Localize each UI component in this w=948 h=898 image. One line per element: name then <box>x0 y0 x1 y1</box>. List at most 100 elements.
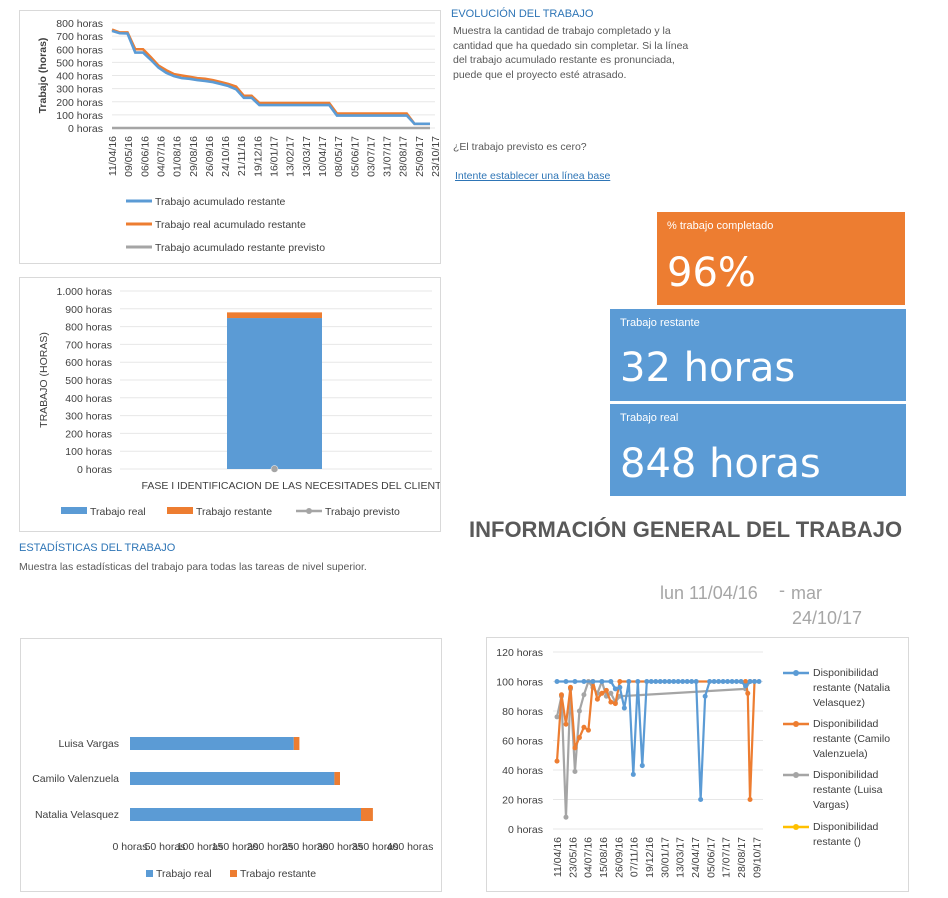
evolution-chart-panel: 0 horas 100 horas 200 horas 300 horas 400 ho… <box>19 10 442 264</box>
baseline-link[interactable]: Intente establecer una línea base <box>455 170 610 182</box>
series-point <box>612 701 618 707</box>
bar-trabajo-real <box>227 318 322 469</box>
kpi-completed: % trabajo completado 96% <box>657 212 905 305</box>
series-point <box>621 705 627 711</box>
x-tick-label: 04/07/16 <box>583 837 595 878</box>
x-category-label: FASE I IDENTIFICACION DE LAS NECESITADES… <box>142 480 440 492</box>
x-tick-label: 0 horas <box>112 841 147 853</box>
evolution-title: EVOLUCIÓN DEL TRABAJO <box>451 8 594 20</box>
series-point <box>689 679 695 684</box>
y-tick-label: 200 horas <box>65 428 112 440</box>
evolution-description: Muestra la cantidad de trabajo completad… <box>453 25 689 81</box>
kpi-completed-value: 96% <box>667 250 756 296</box>
y-axis-label: Trabajo (horas) <box>37 38 49 114</box>
y-tick-label: 700 horas <box>65 339 112 351</box>
point-trabajo-previsto <box>270 465 279 473</box>
x-tick-label: 11/04/16 <box>552 837 564 877</box>
legend-label: Disponibilidad restante (Camilo Valenzuela… <box>813 718 890 760</box>
series-point <box>729 679 735 684</box>
resource-horizontal-bar-chart: 0 horas50 horas100 horas150 horas200 hor… <box>32 737 433 880</box>
x-tick-label: 25/09/17 <box>414 136 426 177</box>
x-tick-label: 30/01/17 <box>659 837 671 878</box>
series-point <box>563 814 569 820</box>
series-point <box>572 679 578 684</box>
series-point <box>617 684 623 690</box>
x-tick-label: 03/07/17 <box>365 136 377 177</box>
bar-trabajo-real <box>130 808 361 821</box>
series-point <box>716 679 722 684</box>
series-point <box>630 771 636 777</box>
series-point <box>752 679 758 684</box>
y-tick-label: 400 horas <box>65 393 112 405</box>
y-tick-label: 200 horas <box>56 97 103 109</box>
series-point <box>657 679 663 684</box>
series-point <box>684 679 690 684</box>
x-tick-label: 15/08/16 <box>598 837 610 878</box>
x-tick-label: 26/09/16 <box>204 136 216 177</box>
kpi-remaining-value: 32 horas <box>620 345 796 391</box>
y-tick-label: 80 horas <box>502 706 543 718</box>
series-line <box>111 29 430 126</box>
y-tick-label: 40 horas <box>502 765 543 777</box>
bar-trabajo-real <box>130 772 335 785</box>
series-point <box>711 679 717 684</box>
kpi-actual-label: Trabajo real <box>620 412 679 424</box>
series-point <box>662 679 668 684</box>
legend-label: Disponibilidad restante (Luisa Vargas) <box>813 769 883 811</box>
series-point <box>680 679 686 684</box>
legend-swatch <box>230 870 237 877</box>
x-tick-label: 16/01/17 <box>269 136 281 177</box>
series-point <box>747 679 753 684</box>
series-point <box>738 679 744 684</box>
category-label: Camilo Valenzuela <box>32 773 119 785</box>
series-point <box>554 714 560 720</box>
series-point <box>585 727 591 733</box>
x-tick-label: 08/05/17 <box>333 136 345 177</box>
x-tick-label: 31/07/17 <box>382 136 394 177</box>
bar-trabajo-restante <box>361 808 373 821</box>
x-tick-label: 23/10/17 <box>430 136 440 177</box>
series-point <box>612 686 618 692</box>
y-tick-label: 100 horas <box>496 677 543 689</box>
legend-marker <box>793 721 799 727</box>
bar-trabajo-restante <box>334 772 340 785</box>
legend-label: Disponibilidad restante (Natalia Velasquez… <box>813 667 890 709</box>
series-point <box>563 679 569 684</box>
category-label: Natalia Velasquez <box>35 809 119 821</box>
series-point <box>563 721 569 727</box>
stats-title: ESTADÍSTICAS DEL TRABAJO <box>19 542 176 554</box>
date-separator: - <box>779 580 785 600</box>
x-tick-label: 23/05/16 <box>567 837 579 878</box>
series-point <box>608 679 614 684</box>
legend-label: Trabajo real <box>90 506 146 518</box>
x-tick-label: 21/11/16 <box>236 136 248 176</box>
kpi-remaining: Trabajo restante 32 horas <box>610 309 906 401</box>
series-point <box>581 692 587 698</box>
series-point <box>693 679 699 684</box>
kpi-remaining-label: Trabajo restante <box>620 317 700 329</box>
legend-swatch <box>146 870 153 877</box>
series-point <box>635 679 641 684</box>
category-label: Luisa Vargas <box>58 738 119 750</box>
date-start: lun 11/04/16 <box>660 583 758 603</box>
stats-description: Muestra las estadísticas del trabajo par… <box>19 561 367 573</box>
y-tick-label: 0 horas <box>68 123 103 135</box>
bar-trabajo-restante <box>227 312 322 319</box>
x-tick-label: 24/10/16 <box>220 136 232 177</box>
y-axis-label: TRABAJO (HORAS) <box>38 332 50 428</box>
date-end-date: 24/10/17 <box>792 608 863 628</box>
series-point <box>581 679 587 684</box>
series-point <box>675 679 681 684</box>
series-point <box>671 679 677 684</box>
kpi-completed-label: % trabajo completado <box>667 220 774 232</box>
kpi-actual: Trabajo real 848 horas <box>610 404 906 496</box>
legend-label: Trabajo real <box>156 868 212 880</box>
y-tick-label: 60 horas <box>502 736 543 748</box>
x-tick-label: 19/12/16 <box>644 837 656 878</box>
series-point <box>590 679 596 684</box>
y-tick-label: 300 horas <box>56 84 103 96</box>
resource-bar-chart-panel: 0 horas 50 horas 100 horas 150 horas 200 hor… <box>20 638 442 892</box>
availability-chart-panel: 0 horas 20 horas 40 horas 60 horas 80 horas 1… <box>486 637 909 892</box>
legend-swatch <box>167 507 193 514</box>
x-tick-label: 05/06/17 <box>349 136 361 177</box>
